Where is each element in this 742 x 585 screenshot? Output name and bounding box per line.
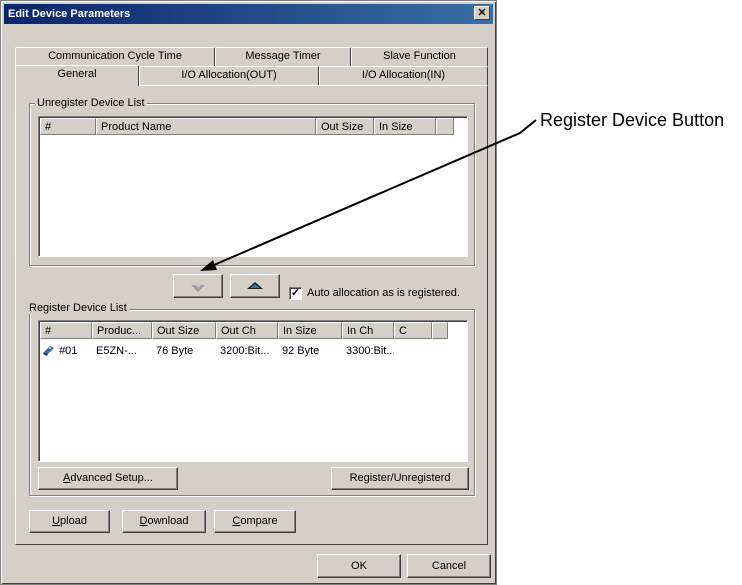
- tab-label: General: [57, 68, 97, 80]
- callout-label: Register Device Button: [540, 110, 725, 130]
- tab-general[interactable]: General: [15, 65, 139, 86]
- callout-leader-line: [200, 119, 537, 271]
